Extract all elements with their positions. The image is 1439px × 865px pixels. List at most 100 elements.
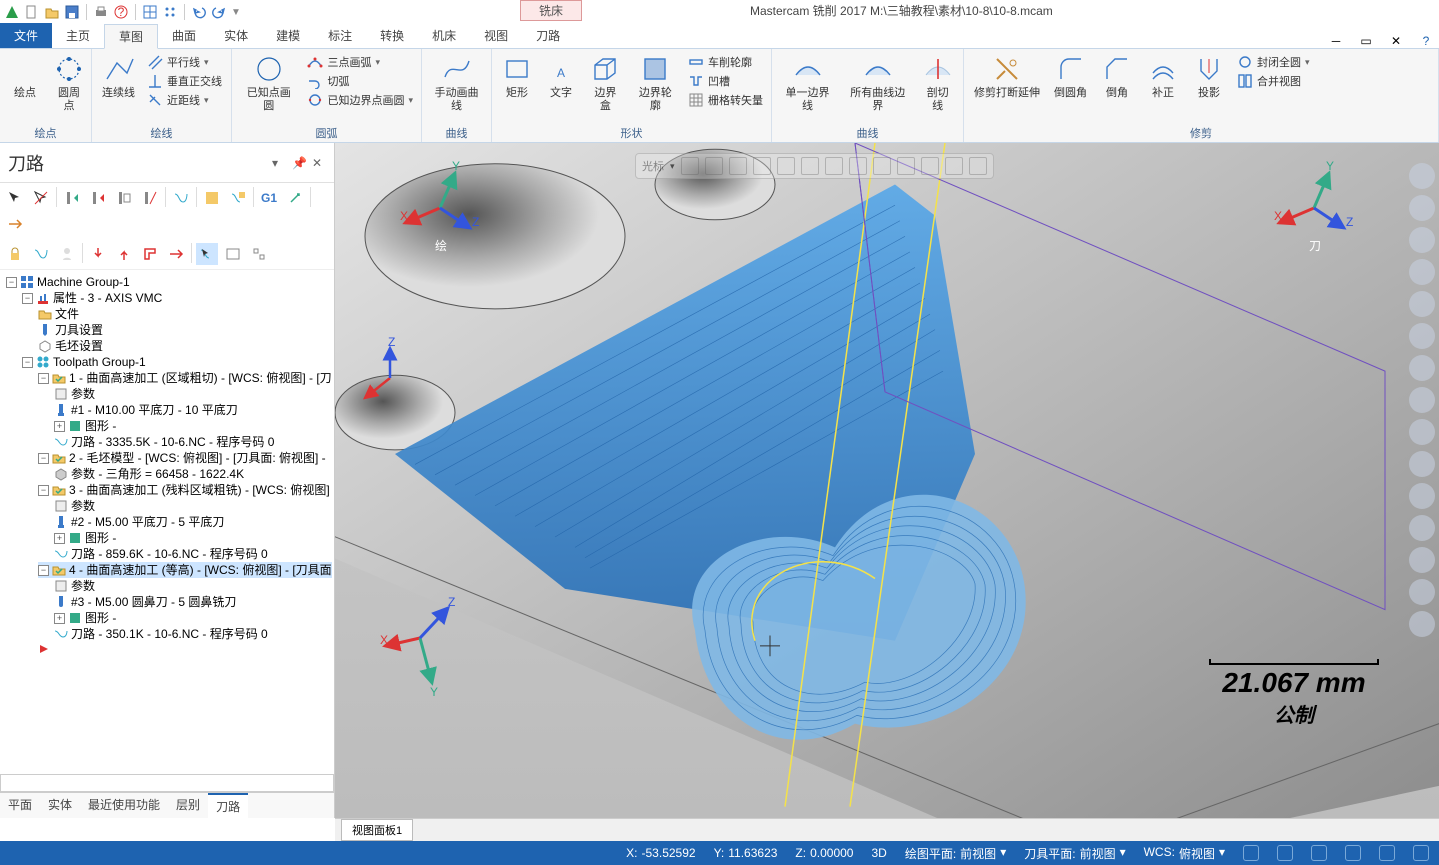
view-tab-1[interactable]: 视图面板1 — [341, 819, 413, 841]
tb-ico-13[interactable] — [113, 243, 135, 265]
vp-r-icon[interactable] — [1409, 547, 1435, 573]
grid-icon[interactable] — [162, 4, 178, 20]
status-draw-plane[interactable]: 绘图平面: 前视图 ▾ — [905, 845, 1006, 862]
tb-g1-icon[interactable]: G1 — [258, 187, 280, 209]
vp-tb-icon[interactable] — [681, 157, 699, 175]
edge-circle-button[interactable]: 已知边界点画圆▾ — [303, 91, 417, 109]
tb-ico-18[interactable] — [248, 243, 270, 265]
bounding-box-button[interactable]: 边界盒 — [584, 51, 627, 115]
window-close[interactable]: ✕ — [1387, 32, 1405, 50]
vp-r-icon[interactable] — [1409, 515, 1435, 541]
chamfer-button[interactable]: 倒角 — [1095, 51, 1139, 102]
boundary-contour-button[interactable]: 边界轮廓 — [629, 51, 682, 115]
all-edges-button[interactable]: 所有曲线边界 — [841, 51, 914, 115]
tab-sketch[interactable]: 草图 — [104, 24, 158, 49]
tree-op4-path[interactable]: 刀路 - 350.1K - 10-6.NC - 程序号码 0 — [71, 626, 268, 642]
circle-point-button[interactable]: 圆周点 — [48, 51, 90, 115]
tb-ico-5[interactable] — [170, 187, 192, 209]
viewport-3d[interactable]: 光标▾ — [335, 143, 1439, 818]
tree-expander[interactable]: − — [38, 485, 49, 496]
vp-r-icon[interactable] — [1409, 163, 1435, 189]
file-tab[interactable]: 文件 — [0, 23, 52, 48]
save-icon[interactable] — [64, 4, 80, 20]
tab-transform[interactable]: 转换 — [366, 23, 418, 48]
status-icon[interactable] — [1277, 845, 1293, 861]
tree-file[interactable]: 文件 — [55, 306, 79, 322]
tree-op-1[interactable]: 1 - 曲面高速加工 (区域粗切) - [WCS: 俯视图] - [刀 — [69, 370, 332, 386]
parallel-line-button[interactable]: 平行线▾ — [143, 53, 226, 71]
vp-r-icon[interactable] — [1409, 259, 1435, 285]
vp-r-icon[interactable] — [1409, 419, 1435, 445]
status-icon[interactable] — [1379, 845, 1395, 861]
tree-toolpath-group[interactable]: Toolpath Group-1 — [53, 354, 146, 370]
window-minimize[interactable]: ─ — [1327, 32, 1345, 50]
tb-ico-16[interactable] — [196, 243, 218, 265]
tree-op4-params[interactable]: 参数 — [71, 578, 95, 594]
undo-icon[interactable] — [191, 4, 207, 20]
tree-op4-geom[interactable]: 图形 - — [85, 610, 116, 626]
vp-r-icon[interactable] — [1409, 355, 1435, 381]
tree-op2-params[interactable]: 参数 - 三角形 = 66458 - 1622.4K — [71, 466, 244, 482]
panel-close-icon[interactable]: ✕ — [312, 156, 326, 170]
section-line-button[interactable]: 剖切线 — [916, 51, 959, 115]
deselect-icon[interactable] — [30, 187, 52, 209]
panel-input[interactable] — [0, 774, 334, 792]
tab-model[interactable]: 建模 — [262, 23, 314, 48]
status-icon[interactable] — [1413, 845, 1429, 861]
tb-ico-7[interactable] — [227, 187, 249, 209]
ptab-plane[interactable]: 平面 — [0, 793, 40, 818]
tab-surface[interactable]: 曲面 — [158, 23, 210, 48]
groove-button[interactable]: 凹槽 — [684, 72, 767, 90]
operations-tree[interactable]: − Machine Group-1 − 属性 - 3 - AXIS VMC 文件 刀… — [0, 270, 334, 774]
tb-ico-17[interactable] — [222, 243, 244, 265]
ptab-recent[interactable]: 最近使用功能 — [80, 793, 168, 818]
tree-op4-tool[interactable]: #3 - M5.00 圆鼻刀 - 5 圆鼻铣刀 — [71, 594, 236, 610]
tree-expander[interactable]: − — [38, 565, 49, 576]
perpendicular-line-button[interactable]: 垂直正交线 — [143, 72, 226, 90]
tree-machine-group[interactable]: Machine Group-1 — [37, 274, 130, 290]
vp-tb-icon[interactable] — [729, 157, 747, 175]
tab-toolpath[interactable]: 刀路 — [522, 23, 574, 48]
tree-op-3[interactable]: 3 - 曲面高速加工 (残料区域粗铣) - [WCS: 俯视图] — [69, 482, 330, 498]
tab-home[interactable]: 主页 — [52, 23, 104, 48]
vp-tb-icon[interactable] — [705, 157, 723, 175]
tab-view[interactable]: 视图 — [470, 23, 522, 48]
tree-expander[interactable]: + — [54, 613, 65, 624]
snap-icon[interactable] — [142, 4, 158, 20]
help-icon[interactable]: ? — [113, 4, 129, 20]
tb-ico-15[interactable] — [165, 243, 187, 265]
vp-tb-icon[interactable] — [945, 157, 963, 175]
tree-expander[interactable]: + — [54, 421, 65, 432]
fillet-button[interactable]: 倒圆角 — [1048, 51, 1093, 102]
vp-tb-icon[interactable] — [801, 157, 819, 175]
status-mode[interactable]: 3D — [871, 846, 886, 860]
vp-r-icon[interactable] — [1409, 323, 1435, 349]
spline-button[interactable]: 手动画曲线 — [426, 51, 487, 115]
tree-op1-params[interactable]: 参数 — [71, 386, 95, 402]
open-icon[interactable] — [44, 4, 60, 20]
redo-icon[interactable] — [211, 4, 227, 20]
status-icon[interactable] — [1345, 845, 1361, 861]
status-tool-plane[interactable]: 刀具平面: 前视图 ▾ — [1024, 845, 1125, 862]
vp-tb-icon[interactable] — [849, 157, 867, 175]
tb-ico-11[interactable] — [56, 243, 78, 265]
tree-expander[interactable]: − — [22, 357, 33, 368]
lock-icon[interactable] — [4, 243, 26, 265]
vp-r-icon[interactable] — [1409, 387, 1435, 413]
project-button[interactable]: 投影 — [1187, 51, 1231, 102]
tb-ico-2[interactable] — [87, 187, 109, 209]
vp-tb-icon[interactable] — [777, 157, 795, 175]
single-edge-button[interactable]: 单一边界线 — [776, 51, 839, 115]
vp-r-icon[interactable] — [1409, 451, 1435, 477]
tb-ico-3[interactable] — [113, 187, 135, 209]
vp-r-icon[interactable] — [1409, 611, 1435, 637]
tree-properties[interactable]: 属性 - 3 - AXIS VMC — [53, 290, 162, 306]
ptab-solid[interactable]: 实体 — [40, 793, 80, 818]
tree-op3-path[interactable]: 刀路 - 859.6K - 10-6.NC - 程序号码 0 — [71, 546, 268, 562]
three-point-arc-button[interactable]: 三点画弧▾ — [303, 53, 417, 71]
tree-expander[interactable]: + — [54, 533, 65, 544]
vp-r-icon[interactable] — [1409, 195, 1435, 221]
vp-r-icon[interactable] — [1409, 291, 1435, 317]
help-button[interactable]: ? — [1417, 32, 1435, 50]
vp-r-icon[interactable] — [1409, 579, 1435, 605]
